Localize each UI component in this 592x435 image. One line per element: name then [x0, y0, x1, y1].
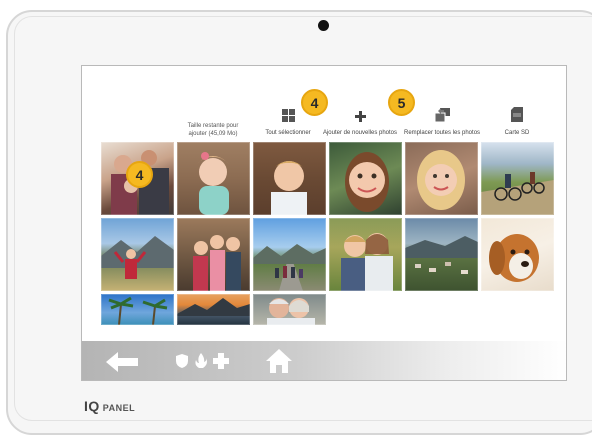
iq-panel-logo: IQ PANEL [84, 398, 135, 414]
replace-all-button[interactable]: Remplacer toutes les photos [404, 106, 480, 136]
photo-family-road[interactable] [253, 218, 326, 291]
storage-line-2: ajouter (45,09 Mo) [188, 131, 238, 137]
select-all-count-badge: 4 [301, 89, 328, 116]
back-arrow-icon[interactable] [106, 352, 138, 377]
medical-plus-icon[interactable] [213, 353, 229, 374]
select-all-label: Tout sélectionner [265, 130, 311, 136]
photo-girl-closeup[interactable] [329, 142, 402, 215]
grid-icon [281, 106, 295, 122]
logo-panel: PANEL [102, 403, 136, 413]
photo-siblings-flowers[interactable] [329, 218, 402, 291]
sd-card-button[interactable]: Carte SD [492, 106, 542, 136]
add-photos-label: Ajouter de nouvelles photos [322, 130, 398, 136]
photo-count-badge: 4 [126, 161, 153, 188]
replace-photos-icon [434, 106, 450, 122]
shield-icon[interactable] [176, 354, 188, 373]
photo-boy-smiling[interactable] [253, 142, 326, 215]
add-photos-count-badge: 5 [388, 89, 415, 116]
photo-kids-porch[interactable] [177, 218, 250, 291]
add-photos-button[interactable]: Ajouter de nouvelles photos [322, 106, 398, 136]
photo-girl-blonde[interactable] [405, 142, 478, 215]
photo-palm-trees[interactable] [101, 294, 174, 325]
sd-card-icon [511, 106, 523, 122]
home-icon[interactable] [266, 349, 292, 378]
photo-girl-mountains[interactable] [101, 218, 174, 291]
photo-puppy[interactable] [481, 218, 554, 291]
storage-info: Taille restante pour ajouter (45,09 Mo) [176, 122, 250, 138]
camera-lens [318, 20, 329, 31]
storage-line-1: Taille restante pour [187, 123, 239, 129]
fire-icon[interactable] [194, 353, 208, 373]
bottom-nav-bar [82, 341, 566, 380]
photo-screen: Taille restante pour ajouter (45,09 Mo) … [81, 65, 567, 381]
photo-mountain-lake[interactable] [177, 294, 250, 325]
sd-card-label: Carte SD [504, 130, 530, 136]
photo-hillside-town[interactable] [405, 218, 478, 291]
replace-all-label: Remplacer toutes les photos [403, 130, 481, 136]
logo-iq: IQ [84, 398, 100, 414]
photo-toddler-girl[interactable] [177, 142, 250, 215]
plus-icon [354, 106, 366, 122]
photo-cyclists[interactable] [481, 142, 554, 215]
photo-couple[interactable] [253, 294, 326, 325]
